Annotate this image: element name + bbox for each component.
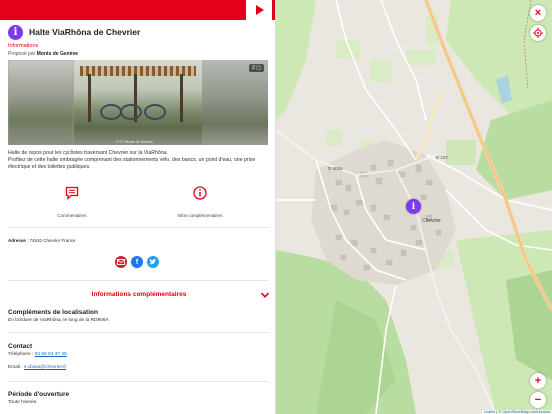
poi-photo-gallery[interactable]: 2 ▢ © OT Monts de Genève [8, 60, 268, 145]
top-bar [0, 0, 275, 20]
facebook-share-button[interactable]: f [131, 256, 143, 268]
chevron-down-icon [260, 292, 270, 298]
info-outline-icon [193, 186, 207, 200]
village-label: Chevrier [422, 218, 441, 224]
twitter-icon [149, 259, 157, 265]
mail-share-button[interactable] [115, 256, 127, 268]
osm-link[interactable]: OpenStreetMap contributors [502, 410, 550, 414]
mail-icon [117, 259, 125, 265]
opening-title: Période d'ouverture [8, 391, 70, 398]
phone-label: Téléphone : [8, 352, 34, 357]
divider [8, 280, 268, 281]
phone-link[interactable]: 04 50 04 37 45 [35, 352, 67, 357]
close-map-button[interactable]: × [530, 5, 546, 21]
info-marker-icon[interactable]: i [406, 199, 421, 214]
photo-prev-preview[interactable] [8, 60, 74, 145]
locate-button[interactable] [530, 25, 546, 41]
poi-description: Halte de repos pour les cyclistes traver… [8, 150, 270, 171]
divider [8, 227, 268, 228]
play-button[interactable] [246, 0, 272, 20]
proposed-by: Proposé par Monts de Genève [8, 51, 78, 57]
location-details-title: Compléments de localisation [8, 309, 98, 316]
zoom-in-icon: + [534, 374, 542, 387]
proposed-prefix: Proposé par [8, 51, 36, 57]
comment-icon [65, 186, 79, 201]
photo-credit: © OT Monts de Genève [116, 140, 153, 144]
address: Adresse : 74520 Chevrier France [8, 238, 76, 243]
description-line: Profitez de cette halte ombragée compren… [8, 157, 256, 170]
more-info-label: Infos complémentaires [177, 213, 223, 218]
map-attribution: Leaflet | © OpenStreetMap contributors [481, 410, 552, 414]
leaflet-link[interactable]: Leaflet [484, 410, 495, 414]
close-icon: × [534, 6, 542, 19]
comments-button[interactable]: Commentaires [27, 186, 117, 218]
twitter-share-button[interactable] [147, 256, 159, 268]
map-view[interactable]: D 908a D 237 Chevrier i × + − Leaflet | … [276, 0, 552, 414]
more-info-button[interactable]: Infos complémentaires [155, 186, 245, 218]
poi-photo[interactable] [74, 60, 202, 145]
locate-icon [533, 28, 543, 38]
comments-label: Commentaires [57, 213, 87, 218]
divider [8, 381, 268, 382]
road-label-d237: D 237 [436, 155, 449, 160]
zoom-out-icon: − [534, 393, 542, 406]
address-value: : 74520 Chevrier France [27, 238, 76, 243]
play-icon [256, 5, 264, 15]
email-label: Email : [8, 365, 23, 370]
facebook-icon: f [135, 258, 139, 266]
poi-title: Halte ViaRhôna de Chevrier [29, 27, 141, 37]
email-link[interactable]: s.cbavs@chevrier.fr [24, 365, 66, 370]
address-label: Adresse [8, 238, 26, 243]
more-info-section-title: Informations complémentaires [91, 291, 187, 298]
zoom-in-button[interactable]: + [530, 373, 546, 389]
proposed-by-name: Monts de Genève [36, 51, 79, 57]
opening-text: Toute l'année. [8, 400, 38, 405]
share-buttons: f [115, 256, 159, 268]
poi-category: Informations [8, 43, 39, 49]
road-label-d908a: D 908a [328, 166, 343, 171]
contact-phone: Téléphone : 04 50 04 37 45 [8, 352, 67, 357]
contact-title: Contact [8, 343, 33, 350]
zoom-out-button[interactable]: − [530, 392, 546, 408]
poi-detail-panel: i Halte ViaRhôna de Chevrier Information… [0, 0, 276, 414]
info-icon: i [8, 24, 23, 40]
location-details-text: En bordure de ViaRhôna, le long de la RD… [8, 318, 109, 323]
photo-counter: 2 ▢ [249, 64, 264, 72]
divider [8, 332, 268, 333]
poi-header: i Halte ViaRhôna de Chevrier [8, 24, 270, 40]
photo-next-preview[interactable] [202, 60, 268, 145]
more-info-section-toggle[interactable]: Informations complémentaires [8, 288, 270, 302]
contact-email: Email : s.cbavs@chevrier.fr [8, 365, 66, 370]
description-line: Halte de repos pour les cyclistes traver… [8, 150, 168, 156]
